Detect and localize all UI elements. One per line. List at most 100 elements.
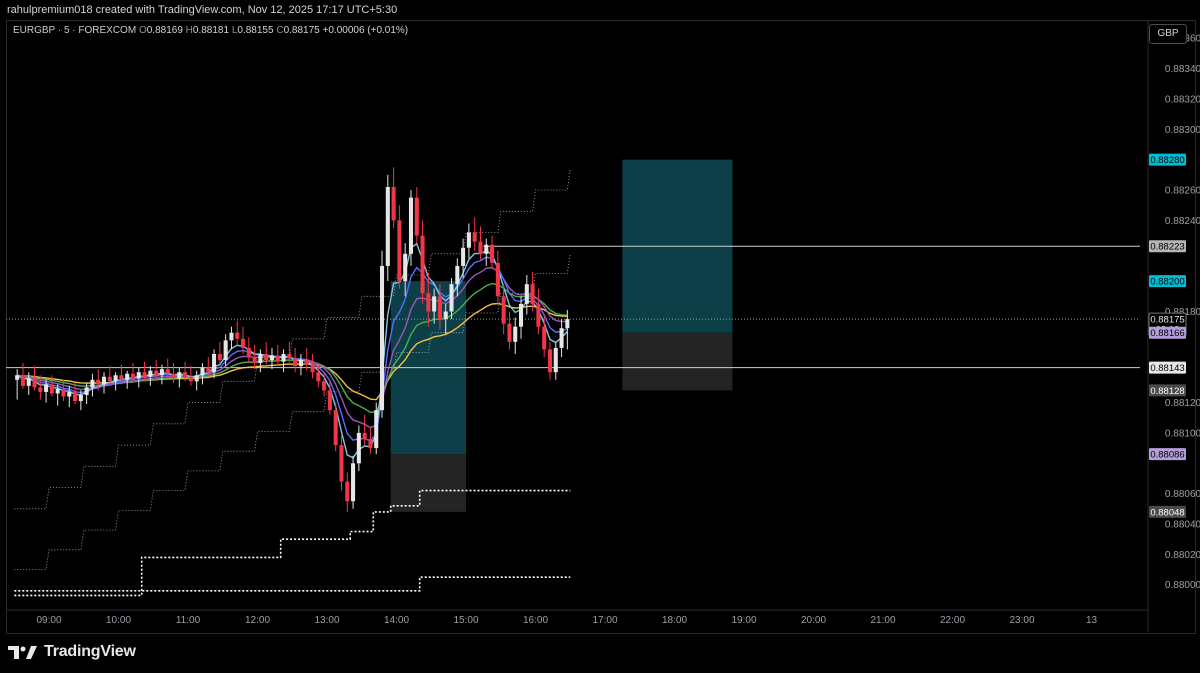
candle-body <box>223 340 228 361</box>
brand-name: TradingView <box>44 643 136 660</box>
candle-body <box>443 311 448 320</box>
candle-27 <box>171 363 176 383</box>
price-label-0.88128: 0.88128 <box>1149 384 1186 397</box>
candle-body <box>38 387 43 392</box>
candle-55 <box>333 402 338 452</box>
candle-46 <box>281 349 286 373</box>
candle-86 <box>513 317 518 354</box>
candle-body <box>26 378 31 386</box>
price-tick-label: 0.88040 <box>1165 520 1200 531</box>
candle-body <box>142 372 147 377</box>
candle-body <box>333 410 338 446</box>
candle-38 <box>235 320 240 345</box>
candle-51 <box>310 353 315 379</box>
candle-32 <box>200 363 205 385</box>
candle-body <box>495 262 500 297</box>
candle-body <box>84 387 89 395</box>
candle-body <box>177 372 182 379</box>
time-tick-label: 17:00 <box>592 615 617 626</box>
change-value: +0.00006 (+0.01%) <box>322 25 409 36</box>
price-label-0.88200: 0.88200 <box>1149 275 1186 288</box>
candle-body <box>542 326 547 350</box>
time-tick-label: 13 <box>1086 615 1098 626</box>
price-label-text: 0.88086 <box>1150 450 1184 461</box>
time-tick-label: 12:00 <box>245 615 270 626</box>
candle-body <box>229 332 234 341</box>
step-lower-2 <box>14 576 571 592</box>
candle-body <box>246 347 251 358</box>
candle-body <box>235 332 240 339</box>
open-value: 0.88169 <box>146 25 183 36</box>
price-label-0.88223: 0.88223 <box>1149 240 1186 253</box>
candle-body <box>345 481 350 502</box>
time-tick-label: 11:00 <box>176 615 201 626</box>
candle-47 <box>287 341 292 365</box>
candle-body <box>240 338 246 348</box>
brand[interactable]: TradingView <box>8 641 136 663</box>
candle-58 <box>351 455 356 509</box>
candle-body <box>73 391 78 402</box>
price-label-text: 0.88128 <box>1150 386 1184 397</box>
candle-85 <box>507 311 512 350</box>
candle-body <box>432 296 437 312</box>
candle-3 <box>32 366 37 391</box>
candle-body <box>119 375 124 380</box>
candle-56 <box>339 435 344 491</box>
candle-80 <box>478 226 483 260</box>
candle-body <box>472 232 477 242</box>
candle-92 <box>547 341 553 380</box>
candle-body <box>194 375 199 382</box>
step-lower <box>14 489 571 597</box>
price-tick-label: 0.88300 <box>1165 125 1200 136</box>
candle-0 <box>15 369 20 400</box>
time-tick-label: 19:00 <box>731 615 756 626</box>
time-tick-label: 22:00 <box>940 615 965 626</box>
candlestick-chart[interactable]: 0.883600.883400.883200.883000.882600.882… <box>0 0 1200 673</box>
candle-body <box>374 410 379 449</box>
price-tick-label: 0.88340 <box>1165 64 1200 75</box>
time-tick-label: 21:00 <box>870 615 895 626</box>
candle-body <box>206 367 211 373</box>
candle-body <box>20 375 25 386</box>
time-tick-label: 14:00 <box>384 615 409 626</box>
candle-69 <box>414 186 419 244</box>
candle-body <box>67 391 72 397</box>
candle-body <box>553 347 558 373</box>
candle-body <box>15 375 20 380</box>
candle-body <box>113 375 118 382</box>
candle-body <box>565 319 570 329</box>
ema-2-line <box>16 256 568 442</box>
candle-body <box>449 284 454 312</box>
ema-3-line <box>16 266 568 429</box>
candle-body <box>171 373 176 379</box>
candle-39 <box>240 326 246 354</box>
candle-body <box>414 197 419 236</box>
footer <box>0 637 1200 673</box>
price-label-text: 0.88280 <box>1150 155 1184 166</box>
price-tick-label: 0.88120 <box>1165 398 1200 409</box>
candle-body <box>437 296 442 320</box>
candle-body <box>327 390 332 411</box>
candle-31 <box>194 370 199 391</box>
price-label-text: 0.88048 <box>1150 507 1184 518</box>
candle-body <box>258 353 263 364</box>
candle-body <box>455 265 460 285</box>
currency-button[interactable]: GBP <box>1149 24 1187 44</box>
candle-24 <box>154 360 159 380</box>
candle-body <box>269 355 275 361</box>
candle-64 <box>385 174 390 282</box>
close-key: C <box>276 25 284 36</box>
candle-body <box>524 284 529 304</box>
candle-body <box>368 439 373 449</box>
candle-21 <box>136 367 141 388</box>
time-tick-label: 13:00 <box>314 615 339 626</box>
candle-19 <box>125 370 130 389</box>
candle-body <box>518 303 524 327</box>
time-tick-label: 18:00 <box>662 615 687 626</box>
step-upper-1 <box>14 168 571 510</box>
candle-body <box>183 372 188 377</box>
low-value: 0.88155 <box>237 25 274 36</box>
price-label-0.88048: 0.88048 <box>1149 505 1186 518</box>
candle-79 <box>472 217 477 251</box>
candle-87 <box>518 296 524 339</box>
